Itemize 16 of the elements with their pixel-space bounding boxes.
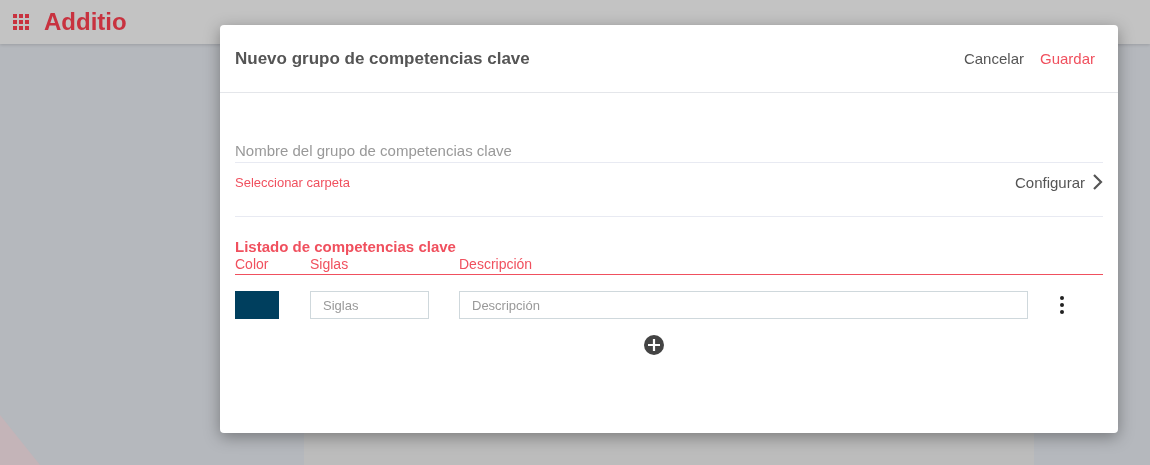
add-icon[interactable] (643, 334, 665, 356)
list-title: Listado de competencias clave (235, 238, 457, 255)
configure-button[interactable]: Configurar (1014, 173, 1103, 191)
column-header: Siglas (310, 256, 350, 274)
dialog-title: Nuevo grupo de competencias clave (235, 48, 530, 69)
description-field[interactable]: Descripción (459, 291, 1028, 319)
chevron-right-icon (1091, 173, 1103, 191)
siglas-field[interactable]: Siglas (310, 291, 429, 319)
column-header: Descripción (459, 256, 533, 274)
app-logo: Additio (44, 8, 127, 36)
select-folder-link[interactable]: Seleccionar carpeta (235, 174, 350, 190)
column-header: Color (235, 256, 270, 274)
cancel-button[interactable]: Cancelar (963, 50, 1024, 67)
color-swatch[interactable] (235, 291, 279, 319)
save-button[interactable]: Guardar (1039, 50, 1095, 67)
apps-grid-icon[interactable] (12, 13, 30, 31)
